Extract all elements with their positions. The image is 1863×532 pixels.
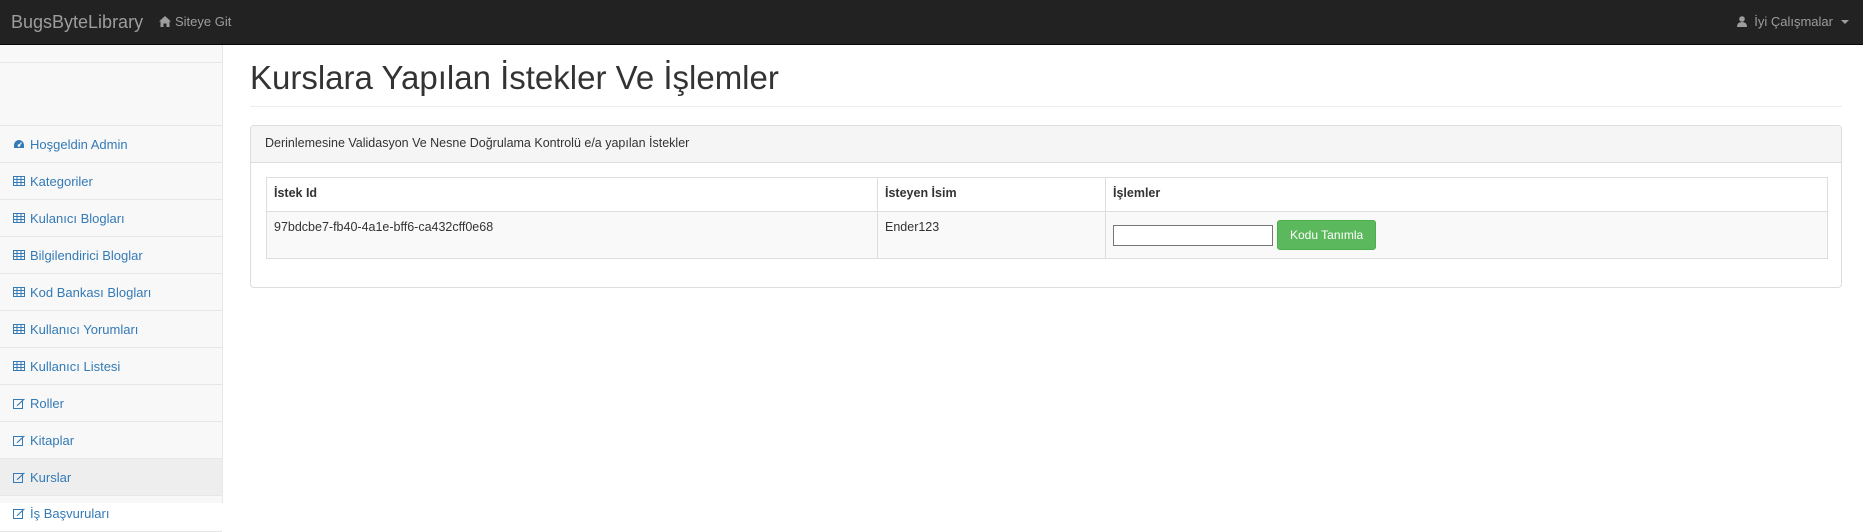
sidebar-item-label: Kullanıcı Listesi — [30, 358, 121, 374]
dashboard-icon — [12, 137, 26, 151]
home-icon — [158, 15, 172, 29]
edit-icon — [12, 433, 26, 447]
table-icon — [12, 285, 26, 299]
sidebar-item-label: Kurslar — [30, 469, 72, 485]
sidebar-item-kategoriler[interactable]: Kategoriler — [0, 162, 222, 199]
brand-logo[interactable]: BugsByteLibrary — [11, 12, 143, 33]
cell-request-id: 97bdcbe7-fb40-4a1e-bff6-ca432cff0e68 — [266, 211, 878, 259]
user-icon — [1735, 15, 1749, 29]
table-row: 97bdcbe7-fb40-4a1e-bff6-ca432cff0e68 End… — [266, 211, 1828, 259]
user-menu-label: İyi Çalışmalar — [1754, 14, 1833, 29]
sidebar-item-roller[interactable]: Roller — [0, 384, 222, 421]
cell-requester-name: Ender123 — [877, 211, 1106, 259]
sidebar-item-label: Roller — [30, 395, 64, 411]
cell-actions: Kodu Tanımla — [1105, 211, 1828, 259]
sidebar-top-divider — [0, 45, 222, 63]
sidebar-item-label: İş Başvuruları — [30, 506, 110, 521]
sidebar-item-hosgeldin-admin[interactable]: Hoşgeldin Admin — [0, 125, 222, 162]
user-menu-dropdown[interactable]: İyi Çalışmalar — [1735, 14, 1849, 29]
requests-panel: Derinlemesine Validasyon Ve Nesne Doğrul… — [250, 125, 1842, 288]
sidebar-item-kullanici-yorumlari[interactable]: Kullanıcı Yorumları — [0, 310, 222, 347]
code-input[interactable] — [1113, 224, 1273, 246]
caret-down-icon — [1841, 19, 1849, 24]
sidebar: Hoşgeldin Admin Kategoriler Kulanıcı Blo… — [0, 45, 223, 532]
sidebar-item-label: Kullanıcı Yorumları — [30, 321, 139, 337]
table-icon — [12, 174, 26, 188]
sidebar-item-is-basvurulari[interactable]: İş Başvuruları — [0, 495, 222, 532]
sidebar-item-bilgilendirici-bloglar[interactable]: Bilgilendirici Bloglar — [0, 236, 222, 273]
column-header-istek-id: İstek Id — [266, 177, 878, 212]
page-title: Kurslara Yapılan İstekler Ve İşlemler — [250, 59, 779, 96]
sidebar-item-label: Hoşgeldin Admin — [30, 136, 128, 152]
sidebar-item-label: Kulanıcı Blogları — [30, 210, 125, 226]
table-icon — [12, 211, 26, 225]
sidebar-item-label: Kitaplar — [30, 432, 75, 448]
edit-icon — [12, 396, 26, 410]
sidebar-item-label: Kategoriler — [30, 173, 93, 189]
sidebar-menu: Hoşgeldin Admin Kategoriler Kulanıcı Blo… — [0, 125, 222, 532]
sidebar-item-kullanici-listesi[interactable]: Kullanıcı Listesi — [0, 347, 222, 384]
requests-table: İstek Id İsteyen İsim İşlemler 97bdcbe7-… — [266, 177, 1828, 259]
site-link-label: Siteye Git — [175, 14, 232, 29]
sidebar-item-kod-bankasi-bloglari[interactable]: Kod Bankası Blogları — [0, 273, 222, 310]
edit-icon — [12, 507, 26, 521]
column-header-isteyen-isim: İsteyen İsim — [877, 177, 1106, 212]
actions-group: Kodu Tanımla — [1113, 220, 1820, 250]
sidebar-item-kurslar[interactable]: Kurslar — [0, 458, 222, 495]
sidebar-item-label: Kod Bankası Blogları — [30, 284, 152, 300]
title-divider — [250, 106, 1842, 107]
sidebar-item-label: Bilgilendirici Bloglar — [30, 247, 143, 263]
column-header-islemler: İşlemler — [1105, 177, 1828, 212]
site-link[interactable]: Siteye Git — [158, 14, 231, 29]
top-navbar: BugsByteLibrary Siteye Git İyi Çalışmala… — [0, 0, 1863, 45]
table-icon — [12, 359, 26, 373]
sidebar-item-kitaplar[interactable]: Kitaplar — [0, 421, 222, 458]
edit-icon — [12, 470, 26, 484]
table-icon — [12, 322, 26, 336]
table-icon — [12, 248, 26, 262]
panel-heading: Derinlemesine Validasyon Ve Nesne Doğrul… — [251, 126, 1841, 163]
sidebar-item-kulanici-bloglari[interactable]: Kulanıcı Blogları — [0, 199, 222, 236]
table-header-row: İstek Id İsteyen İsim İşlemler — [266, 177, 1828, 212]
define-code-button[interactable]: Kodu Tanımla — [1277, 220, 1377, 250]
